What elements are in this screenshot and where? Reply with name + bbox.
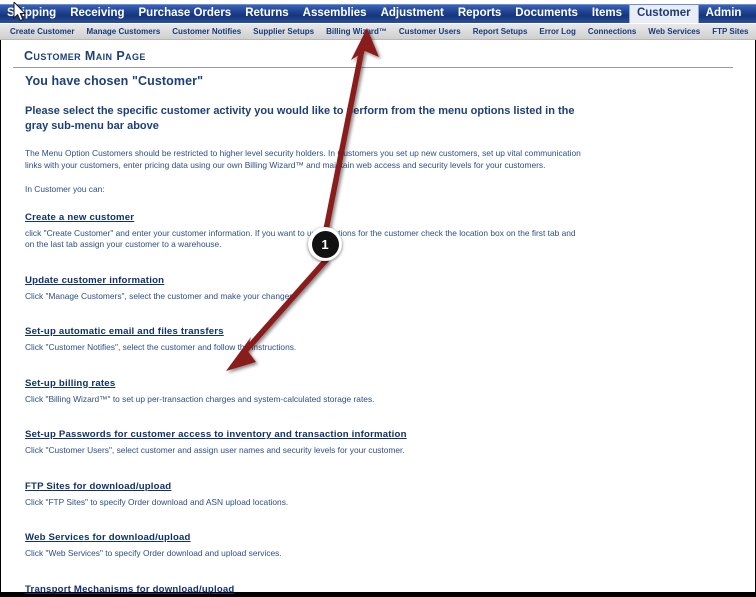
activity-link-description: click "Create Customer" and enter your c… <box>25 227 576 250</box>
subnav-item-connections[interactable]: Connections <box>582 27 642 37</box>
nav-item-adjustment[interactable]: Adjustment <box>374 5 451 23</box>
subnav-item-report-setups[interactable]: Report Setups <box>467 27 534 37</box>
activity-link-description: Click "Web Services" to specify Order do… <box>25 548 282 558</box>
activity-link-item: Web Services for download/upload Click "W… <box>25 527 595 560</box>
activity-link-item: Create a new customer click "Create Custo… <box>25 207 595 251</box>
nav-item-receiving[interactable]: Receiving <box>63 5 131 23</box>
subnav-item-error-log[interactable]: Error Log <box>533 27 581 37</box>
subnav-item-web-services[interactable]: Web Services <box>642 27 706 37</box>
activity-link-set-up-billing-rates[interactable]: Set-up billing rates <box>25 378 115 389</box>
activity-link-item: FTP Sites for download/upload Click "FTP … <box>25 476 595 509</box>
activity-link-item: Set-up Passwords for customer access to … <box>25 424 595 457</box>
lead-in-text: In Customer you can: <box>25 184 105 194</box>
mouse-cursor-icon <box>13 2 27 22</box>
main-navigation-bar: Shipping Receiving Purchase Orders Returns A… <box>0 4 756 23</box>
nav-item-items[interactable]: Items <box>585 5 629 23</box>
subnav-item-create-customer[interactable]: Create Customer <box>4 27 80 37</box>
page-title: Customer Main Page <box>24 49 146 63</box>
activity-link-update-customer-information[interactable]: Update customer information <box>25 275 164 286</box>
nav-item-shipping[interactable]: Shipping <box>0 5 63 23</box>
sub-navigation-bar: Create Customer Manage Customers Customer … <box>0 24 756 40</box>
activity-link-description: Click "Manage Customers", select the cus… <box>25 290 296 301</box>
nav-item-admin[interactable]: Admin <box>699 5 749 23</box>
app-window: Shipping Receiving Purchase Orders Returns A… <box>0 0 756 597</box>
activity-link-set-up-automatic-email-and-files-transfe[interactable]: Set-up automatic email and files transfe… <box>25 326 224 337</box>
nav-item-assemblies[interactable]: Assemblies <box>296 5 374 23</box>
page-body: You have chosen "Customer" Please select… <box>25 74 595 597</box>
activity-link-item: Update customer information Click "Manage… <box>25 270 595 303</box>
instruction-heading: Please select the specific customer acti… <box>25 105 575 132</box>
activity-link-item: Transport Mechanisms for download/upload… <box>25 579 595 597</box>
subnav-item-supplier-setups[interactable]: Supplier Setups <box>247 27 320 37</box>
subnav-item-ftp-sites[interactable]: FTP Sites <box>706 27 754 37</box>
activity-link-transport-mechanisms-for-download-upload[interactable]: Transport Mechanisms for download/upload <box>25 584 235 595</box>
nav-item-reports[interactable]: Reports <box>451 5 508 23</box>
activity-link-description: Click "Customer Notifies", select the cu… <box>25 342 297 352</box>
activity-link-set-up-passwords-for-customer-access-to-[interactable]: Set-up Passwords for customer access to … <box>25 429 407 440</box>
page-content-frame: Customer Main Page You have chosen "Cust… <box>0 40 756 597</box>
subnav-item-customer-notifies[interactable]: Customer Notifies <box>166 27 247 37</box>
activity-link-create-a-new-customer[interactable]: Create a new customer <box>25 212 134 223</box>
activity-link-list: Create a new customer click "Create Custo… <box>25 207 595 597</box>
activity-link-description: Click "FTP Sites" to specify Order downl… <box>25 496 289 507</box>
nav-item-purchase-orders[interactable]: Purchase Orders <box>132 5 239 23</box>
nav-item-home[interactable]: Home <box>748 5 756 23</box>
activity-link-description: Click "Billing Wizard™" to set up per-tr… <box>25 393 375 404</box>
nav-item-documents[interactable]: Documents <box>508 5 585 23</box>
nav-item-customer[interactable]: Customer <box>628 5 699 23</box>
activity-link-description: Click "Customer Users", select customer … <box>25 445 405 455</box>
nav-item-returns[interactable]: Returns <box>238 5 295 23</box>
activity-link-item: Set-up automatic email and files transfe… <box>25 321 595 354</box>
chosen-heading: You have chosen "Customer" <box>25 74 204 88</box>
subnav-item-manage-customers[interactable]: Manage Customers <box>80 27 166 37</box>
activity-link-item: Set-up billing rates Click "Billing Wizar… <box>25 373 595 406</box>
title-divider <box>13 67 733 68</box>
activity-link-web-services-for-download-upload[interactable]: Web Services for download/upload <box>25 532 191 543</box>
subnav-item-billing-wizard-[interactable]: Billing Wizard™ <box>320 27 393 37</box>
activity-link-ftp-sites-for-download-upload[interactable]: FTP Sites for download/upload <box>25 481 171 492</box>
subnav-item-customer-users[interactable]: Customer Users <box>393 27 467 37</box>
intro-paragraph: The Menu Option Customers should be rest… <box>25 148 581 170</box>
